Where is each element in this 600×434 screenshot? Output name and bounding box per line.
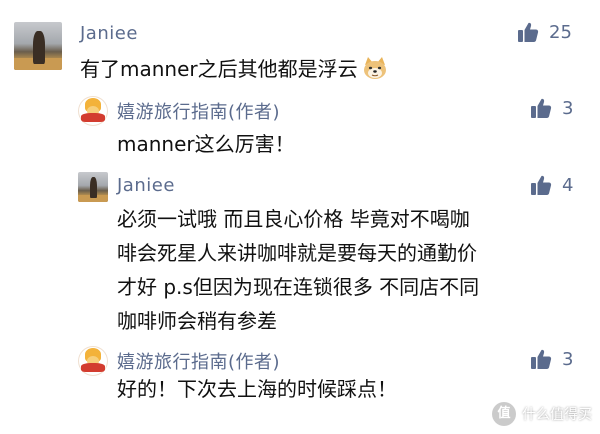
- avatar-figure: [33, 30, 45, 65]
- comment-1-text: 有了manner之后其他都是浮云: [80, 57, 358, 81]
- comment-1-like-count: 25: [549, 21, 572, 43]
- comment-4-text: 好的！下次去上海的时候踩点！: [117, 377, 397, 401]
- comment-4-like-count: 3: [562, 348, 574, 370]
- thumbs-up-icon: [531, 175, 552, 195]
- watermark: 值 什么值得买: [492, 402, 592, 426]
- comment-1-username[interactable]: Janiee: [80, 23, 138, 44]
- comment-2-like-count: 3: [562, 97, 574, 119]
- watermark-text: 什么值得买: [522, 407, 592, 423]
- comment-3-like-count: 4: [562, 174, 574, 196]
- comment-3-line-3: 才好 p.s但因为现在连锁很多 不同店不同: [117, 275, 480, 299]
- thumbs-up-icon: [518, 22, 539, 42]
- comment-1-content: 有了manner之后其他都是浮云: [80, 52, 388, 90]
- comment-4-like-button[interactable]: 3: [530, 348, 573, 370]
- comment-3-line-2: 啡会死星人来讲咖啡就是要每天的通勤价: [117, 241, 477, 265]
- comment-2-username[interactable]: 嬉游旅行指南(作者): [117, 98, 280, 124]
- avatar-car: [81, 363, 105, 372]
- watermark-logo-icon: 值: [492, 402, 516, 426]
- comment-2-like-button[interactable]: 3: [530, 97, 573, 119]
- comment-3-username[interactable]: Janiee: [117, 175, 175, 196]
- avatar[interactable]: [78, 172, 108, 202]
- comment-2-content: manner这么厉害！: [117, 127, 295, 161]
- comment-3-like-button[interactable]: 4: [530, 174, 573, 196]
- avatar[interactable]: [78, 346, 108, 376]
- comment-2-text: manner这么厉害！: [117, 132, 295, 156]
- avatar-car: [81, 113, 105, 122]
- comment-4-username[interactable]: 嬉游旅行指南(作者): [117, 348, 280, 374]
- thumbs-up-icon: [531, 349, 552, 369]
- comment-3-line-4: 咖啡师会稍有参差: [117, 309, 277, 333]
- avatar[interactable]: [14, 22, 62, 70]
- comment-3-line-1: 必须一试哦 而且良心价格 毕竟对不喝咖: [117, 207, 470, 231]
- avatar-figure: [90, 177, 98, 199]
- thumbs-up-icon: [531, 98, 552, 118]
- comment-1-like-button[interactable]: 25: [517, 21, 572, 43]
- comment-4-content: 好的！下次去上海的时候踩点！: [117, 372, 397, 406]
- avatar[interactable]: [78, 96, 108, 126]
- doge-emoji-icon: [362, 56, 388, 90]
- comment-3-content: 必须一试哦 而且良心价格 毕竟对不喝咖 啡会死星人来讲咖啡就是要每天的通勤价 才…: [117, 202, 479, 338]
